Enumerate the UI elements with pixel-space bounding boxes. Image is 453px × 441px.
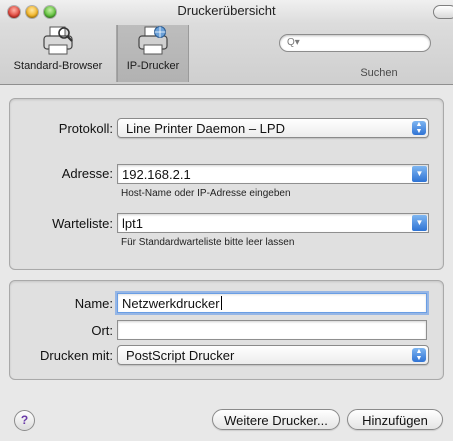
driver-popup[interactable]: PostScript Drucker ▲ ▼ (117, 345, 429, 365)
address-hint: Host-Name oder IP-Adresse eingeben (121, 188, 291, 199)
address-combobox[interactable]: 192.168.2.1 ▼ (117, 164, 429, 184)
queue-label: Warteliste: (52, 216, 113, 231)
location-field[interactable] (117, 320, 427, 340)
ip-printer-icon (138, 26, 168, 55)
toolbar-item-label: IP-Drucker (126, 60, 180, 72)
search-input[interactable]: Q▾ (279, 34, 431, 52)
toolbar-toggle-button[interactable] (433, 5, 453, 19)
driver-label: Drucken mit: (40, 348, 113, 363)
popup-arrows-icon: ▲ ▼ (412, 348, 426, 362)
window-title: Druckerübersicht (177, 3, 276, 18)
address-value: 192.168.2.1 (122, 167, 191, 182)
protocol-popup[interactable]: Line Printer Daemon – LPD ▲ ▼ (117, 118, 429, 138)
name-value: Netzwerkdrucker (122, 296, 220, 311)
add-button[interactable]: Hinzufügen (347, 409, 443, 430)
help-button[interactable]: ? (14, 410, 35, 431)
popup-arrows-icon: ▲ ▼ (412, 121, 426, 135)
queue-hint: Für Standardwarteliste bitte leer lassen (121, 237, 295, 248)
queue-combobox[interactable]: lpt1 ▼ (117, 213, 429, 233)
printer-browser-window: Druckerübersicht Standard-Browser IP-Dru… (0, 0, 453, 441)
driver-value: PostScript Drucker (126, 348, 235, 363)
address-label: Adresse: (61, 166, 113, 181)
toolbar-item-label: Standard-Browser (13, 60, 103, 72)
name-field[interactable]: Netzwerkdrucker (117, 293, 427, 313)
protocol-value: Line Printer Daemon – LPD (126, 121, 285, 136)
name-label: Name: (74, 296, 113, 311)
search-icon: Q▾ (287, 37, 300, 48)
more-printers-button[interactable]: Weitere Drucker... (212, 409, 340, 430)
dropdown-arrow-icon[interactable]: ▼ (412, 215, 427, 231)
text-caret (220, 296, 222, 310)
printer-browser-icon (43, 26, 73, 55)
location-label: Ort: (91, 323, 113, 338)
protocol-label: Protokoll: (58, 121, 113, 136)
toolbar-item-standard-browser[interactable]: Standard-Browser (2, 25, 114, 82)
toolbar-item-ip-printer[interactable]: IP-Drucker (117, 25, 189, 82)
search-label: Suchen (360, 67, 398, 79)
title-toolbar: Druckerübersicht Standard-Browser IP-Dru… (0, 0, 453, 85)
queue-value: lpt1 (122, 216, 143, 231)
dropdown-arrow-icon[interactable]: ▼ (412, 166, 427, 182)
